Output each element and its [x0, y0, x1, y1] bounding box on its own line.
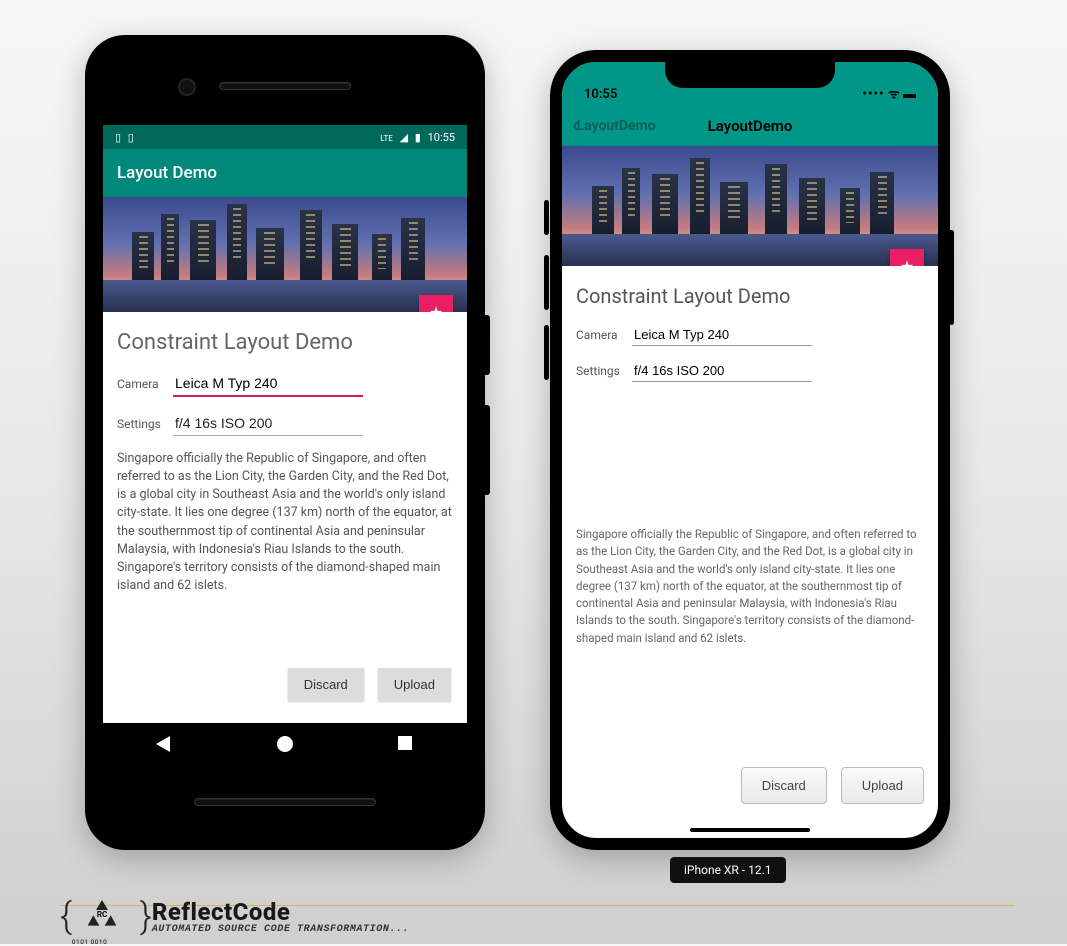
- sim-icon: ▯: [115, 131, 121, 144]
- home-key[interactable]: [277, 736, 293, 752]
- discard-button[interactable]: Discard: [741, 767, 827, 804]
- back-key[interactable]: [156, 736, 172, 752]
- lte-icon: LTE: [380, 134, 393, 143]
- notch-icon: [665, 60, 835, 88]
- hero-image: ★: [562, 146, 938, 266]
- ios-device-frame: 10:55 •••• ︎ᯤ ▬ ‹ LayoutDemo LayoutDemo …: [550, 50, 950, 850]
- ios-power-button-icon: [949, 230, 954, 325]
- footer: { RC 0101 0010 } ReflectCode AUTOMATED S…: [60, 895, 1007, 937]
- signal-dots-icon: ••••: [862, 87, 884, 102]
- brace-right-icon: }: [140, 895, 152, 937]
- upload-button[interactable]: Upload: [841, 767, 924, 804]
- recent-square-icon: [398, 736, 412, 750]
- discard-button[interactable]: Discard: [288, 668, 364, 701]
- status-time: 10:55: [584, 87, 617, 102]
- hero-image: ★: [103, 197, 467, 312]
- settings-input[interactable]: [632, 360, 812, 382]
- recent-key[interactable]: [398, 736, 414, 752]
- wifi-icon: ︎ᯤ: [888, 87, 900, 102]
- description-text: Singapore officially the Republic of Sin…: [117, 450, 453, 595]
- ios-mute-switch-icon: [544, 200, 549, 235]
- battery-icon: ▮: [415, 131, 421, 144]
- home-indicator-icon[interactable]: [690, 828, 810, 832]
- upload-button[interactable]: Upload: [378, 668, 451, 701]
- settings-row: Settings: [117, 411, 453, 436]
- android-status-bar: ▯ ▯ LTE ◢ ▮ 10:55: [103, 125, 467, 149]
- camera-icon: [180, 80, 194, 94]
- ios-volume-up-icon: [544, 255, 549, 310]
- volume-button-icon: [485, 315, 490, 375]
- ios-nav-bar: ‹ LayoutDemo LayoutDemo: [562, 106, 938, 146]
- nav-title: LayoutDemo: [708, 117, 793, 135]
- battery-icon: ▬: [903, 87, 916, 102]
- back-button[interactable]: ‹ LayoutDemo: [572, 118, 656, 134]
- settings-row: Settings: [576, 360, 924, 382]
- page-title: Constraint Layout Demo: [117, 330, 453, 355]
- back-label: LayoutDemo: [577, 118, 656, 134]
- brace-left-icon: {: [60, 895, 72, 937]
- home-circle-icon: [277, 736, 293, 752]
- brand-name: ReflectCode: [152, 898, 409, 926]
- reflectcode-logo-icon: RC 0101 0010: [72, 896, 132, 936]
- power-button-icon: [485, 405, 490, 495]
- page-title: Constraint Layout Demo: [576, 284, 924, 308]
- settings-label: Settings: [576, 364, 632, 378]
- action-row: Discard Upload: [576, 767, 924, 820]
- android-screen: ▯ ▯ LTE ◢ ▮ 10:55 Layout Demo ★ Const: [103, 125, 467, 765]
- sd-icon: ▯: [128, 131, 134, 144]
- camera-label: Camera: [576, 328, 632, 342]
- settings-input[interactable]: [173, 411, 363, 436]
- appbar-title: Layout Demo: [117, 163, 217, 183]
- android-nav-bar: [103, 723, 467, 765]
- earpiece-icon: [220, 83, 350, 89]
- back-triangle-icon: [156, 736, 170, 752]
- bottom-speaker-icon: [195, 799, 375, 805]
- android-app-bar: Layout Demo: [103, 149, 467, 197]
- camera-row: Camera: [576, 324, 924, 346]
- favorite-fab[interactable]: ★: [419, 295, 453, 312]
- star-icon: ★: [429, 303, 443, 313]
- logo-bits: 0101 0010: [72, 938, 107, 946]
- description-text: Singapore officially the Republic of Sin…: [576, 526, 924, 647]
- camera-label: Camera: [117, 377, 173, 391]
- ios-volume-down-icon: [544, 325, 549, 380]
- camera-input[interactable]: [632, 324, 812, 346]
- camera-row: Camera: [117, 371, 453, 397]
- camera-input[interactable]: [173, 371, 363, 397]
- star-icon: ★: [900, 257, 914, 267]
- android-content: Constraint Layout Demo Camera Settings S…: [103, 312, 467, 723]
- status-time: 10:55: [428, 131, 455, 144]
- brand-tagline: AUTOMATED SOURCE CODE TRANSFORMATION...: [152, 924, 409, 935]
- settings-label: Settings: [117, 417, 173, 431]
- android-device-frame: ▯ ▯ LTE ◢ ▮ 10:55 Layout Demo ★ Const: [85, 35, 485, 850]
- action-row: Discard Upload: [117, 662, 453, 711]
- favorite-fab[interactable]: ★: [890, 249, 924, 266]
- device-model-label: iPhone XR - 12.1: [670, 857, 786, 883]
- signal-icon: ◢: [400, 131, 408, 144]
- ios-content: Constraint Layout Demo Camera Settings S…: [562, 266, 938, 838]
